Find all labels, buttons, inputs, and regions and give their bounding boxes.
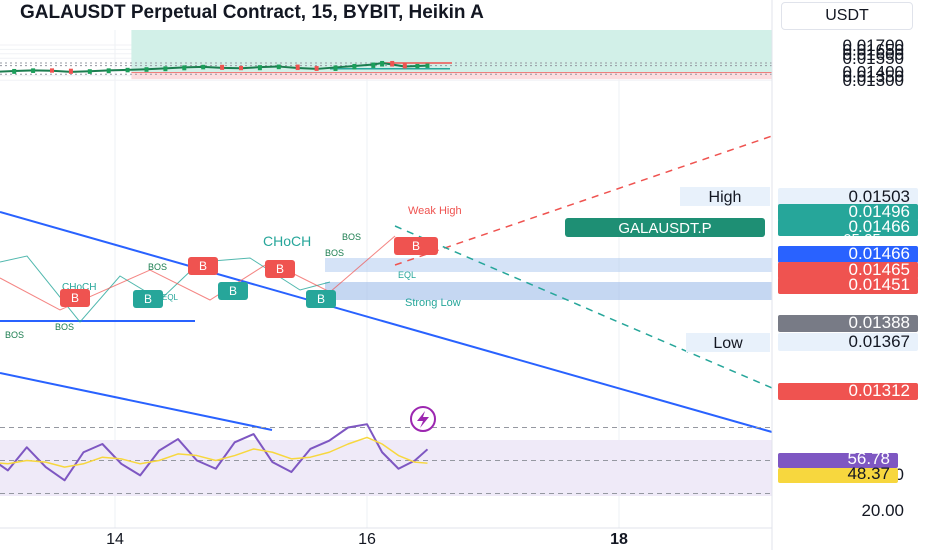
price-candle: [295, 64, 300, 71]
high-label: High: [680, 187, 770, 206]
lightning-icon: [410, 406, 436, 432]
price-tag: 0.01312: [778, 381, 918, 400]
price-candle: [371, 62, 376, 68]
order-block-lower: [325, 282, 772, 300]
high-label-text: High: [709, 189, 742, 206]
time-tick-label: 18: [610, 531, 628, 548]
signal-b-marker: B: [133, 290, 163, 308]
low-value-tag-label: 0.01367: [849, 332, 910, 351]
price-candle: [182, 65, 187, 71]
price-candle: [144, 67, 149, 72]
price-candle: [380, 60, 385, 67]
price-tag: 0.01388: [778, 313, 918, 332]
rsi-tick-label: 20.00: [861, 501, 904, 520]
price-candle: [402, 62, 407, 69]
price-candle: [220, 64, 225, 70]
price-candle: [125, 67, 130, 73]
symbol-badge: GALAUSDT.P: [565, 218, 765, 237]
bos-label: BOS: [342, 232, 361, 242]
price-candle: [50, 68, 54, 73]
low-label-text: Low: [713, 335, 743, 352]
signal-b-marker: B: [265, 260, 295, 278]
price-candle: [333, 65, 338, 71]
chart-canvas[interactable]: Weak HighStrong LowCHoCHCHoCHBOSBOSBOSBO…: [0, 0, 932, 550]
bos-label: BOS: [325, 248, 344, 258]
loss-zone: [131, 72, 772, 80]
signal-b-label: B: [199, 259, 207, 273]
rsi-ma-value-tag-label: 48.37: [847, 464, 890, 483]
price-candle: [12, 68, 17, 74]
price-tag-label: 0.01388: [849, 313, 910, 332]
eql-label: EQL: [398, 270, 416, 280]
price-tick-label: 0.01300: [843, 71, 904, 90]
time-tick-label: 14: [106, 531, 124, 548]
trendline-lower: [0, 372, 273, 431]
price-candle: [106, 68, 111, 74]
bos-label: BOS: [55, 322, 74, 332]
price-candle: [415, 63, 420, 69]
signal-b-label: B: [317, 292, 325, 306]
price-tag-label: 0.01312: [849, 381, 910, 400]
price-candle: [239, 65, 243, 71]
choch-label: CHoCH: [263, 233, 311, 249]
signal-b-label: B: [229, 284, 237, 298]
price-candle: [352, 63, 357, 70]
countdown-label: 05:25: [843, 231, 881, 248]
low-label: Low: [686, 333, 770, 352]
price-candle: [276, 64, 281, 70]
signal-b-marker: B: [60, 289, 90, 307]
price-candle: [163, 66, 168, 72]
rsi-band: [0, 440, 772, 496]
signal-b-marker: B: [218, 282, 248, 300]
low-value-tag: 0.01367: [778, 332, 918, 351]
signal-b-marker: B: [306, 290, 336, 308]
signal-b-label: B: [144, 292, 152, 306]
chart-title: GALAUSDT Perpetual Contract, 15, BYBIT, …: [20, 2, 484, 23]
signal-b-marker: B: [188, 257, 218, 275]
strong-low-label: Strong Low: [405, 297, 461, 309]
signal-b-label: B: [276, 262, 284, 276]
signal-b-label: B: [412, 239, 420, 253]
price-candle: [68, 68, 73, 74]
price-tag-label: 0.01451: [849, 275, 910, 294]
price-candle: [390, 60, 395, 67]
price-candle: [201, 64, 206, 70]
price-candle: [314, 66, 319, 71]
price-candle: [257, 65, 262, 71]
price-candle: [31, 68, 36, 73]
price-tag: 0.01451: [778, 275, 918, 294]
price-candle: [87, 69, 92, 74]
signal-b-label: B: [71, 291, 79, 305]
currency-button[interactable]: USDT: [781, 2, 913, 30]
signal-b-marker: B: [394, 237, 438, 255]
time-tick-label: 16: [358, 531, 376, 548]
bos-label: BOS: [148, 262, 167, 272]
price-candle: [425, 63, 430, 68]
order-block-upper: [325, 258, 772, 272]
symbol-badge-text: GALAUSDT.P: [618, 220, 711, 237]
eql-label: EQL: [162, 293, 179, 302]
bos-label: BOS: [5, 330, 24, 340]
weak-high-label: Weak High: [408, 205, 462, 217]
